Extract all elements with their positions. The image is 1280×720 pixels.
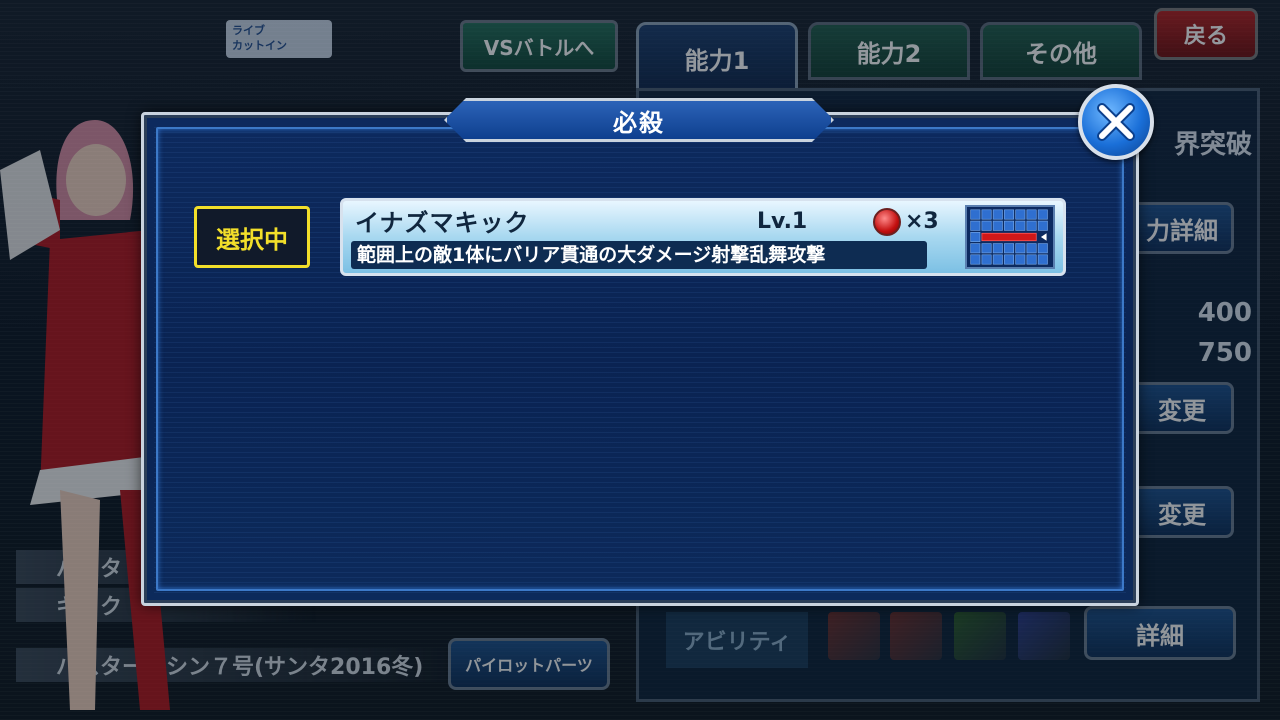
skill-card[interactable]: イナズマキック Lv.1 ×3 範囲上の敵1体にバリア貫通の大ダメージ射撃乱舞攻… <box>340 198 1066 276</box>
skill-cost: ×3 <box>905 209 939 234</box>
tab-label: その他 <box>1025 39 1097 68</box>
live-cutin-label: ライブ カットイン <box>232 24 287 52</box>
skill-name: イナズマキック <box>355 209 530 237</box>
ability-slot-1-icon[interactable] <box>828 612 880 660</box>
back-button[interactable]: 戻る <box>1154 8 1258 60</box>
tab-other[interactable]: その他 <box>980 22 1142 80</box>
tab-label: 能力1 <box>684 46 750 75</box>
change-button-1[interactable]: 変更 <box>1130 382 1234 434</box>
ability-detail-button[interactable]: 力詳細 <box>1130 202 1234 254</box>
vs-battle-button[interactable]: VSバトルへ <box>460 20 618 72</box>
ability-label: アビリティ <box>666 612 808 668</box>
modal-title-text: 必殺 <box>613 108 665 137</box>
modal-inner-frame <box>156 127 1124 591</box>
detail-label: 詳細 <box>1136 621 1184 650</box>
back-label: 戻る <box>1183 24 1228 49</box>
modal-title: 必殺 <box>444 98 834 142</box>
live-cutin-badge[interactable]: ライブ カットイン <box>226 20 332 58</box>
range-grid-icon <box>965 205 1055 269</box>
change-button-2[interactable]: 変更 <box>1130 486 1234 538</box>
tab-ability-2[interactable]: 能力2 <box>808 22 970 80</box>
special-move-modal <box>141 112 1139 606</box>
vs-battle-label: VSバトルへ <box>483 35 595 60</box>
close-button[interactable] <box>1078 84 1154 160</box>
ability-slot-2-icon[interactable] <box>890 612 942 660</box>
tab-label: 能力2 <box>856 39 922 68</box>
pilot-parts-label: パイロットパーツ <box>465 656 593 675</box>
ability-slot-4-icon[interactable] <box>1018 612 1070 660</box>
change-label: 変更 <box>1158 500 1206 529</box>
ability-detail-button-bottom[interactable]: 詳細 <box>1084 606 1236 660</box>
ability-slot-3-icon[interactable] <box>954 612 1006 660</box>
change-label: 変更 <box>1158 396 1206 425</box>
stat-value-2: 750 <box>1197 338 1252 368</box>
tab-ability-1[interactable]: 能力1 <box>636 22 798 94</box>
pilot-parts-button[interactable]: パイロットパーツ <box>448 638 610 690</box>
limit-break-label: 界突破 <box>1173 130 1252 160</box>
energy-cost-icon <box>873 208 901 236</box>
selected-label: 選択中 <box>216 225 288 254</box>
selected-badge: 選択中 <box>194 206 310 268</box>
ability-detail-label: 力詳細 <box>1146 216 1218 245</box>
skill-description: 範囲上の敵1体にバリア貫通の大ダメージ射撃乱舞攻撃 <box>351 241 927 269</box>
skill-level: Lv.1 <box>757 209 808 234</box>
stat-value-1: 400 <box>1197 298 1252 328</box>
close-icon <box>1097 103 1135 141</box>
